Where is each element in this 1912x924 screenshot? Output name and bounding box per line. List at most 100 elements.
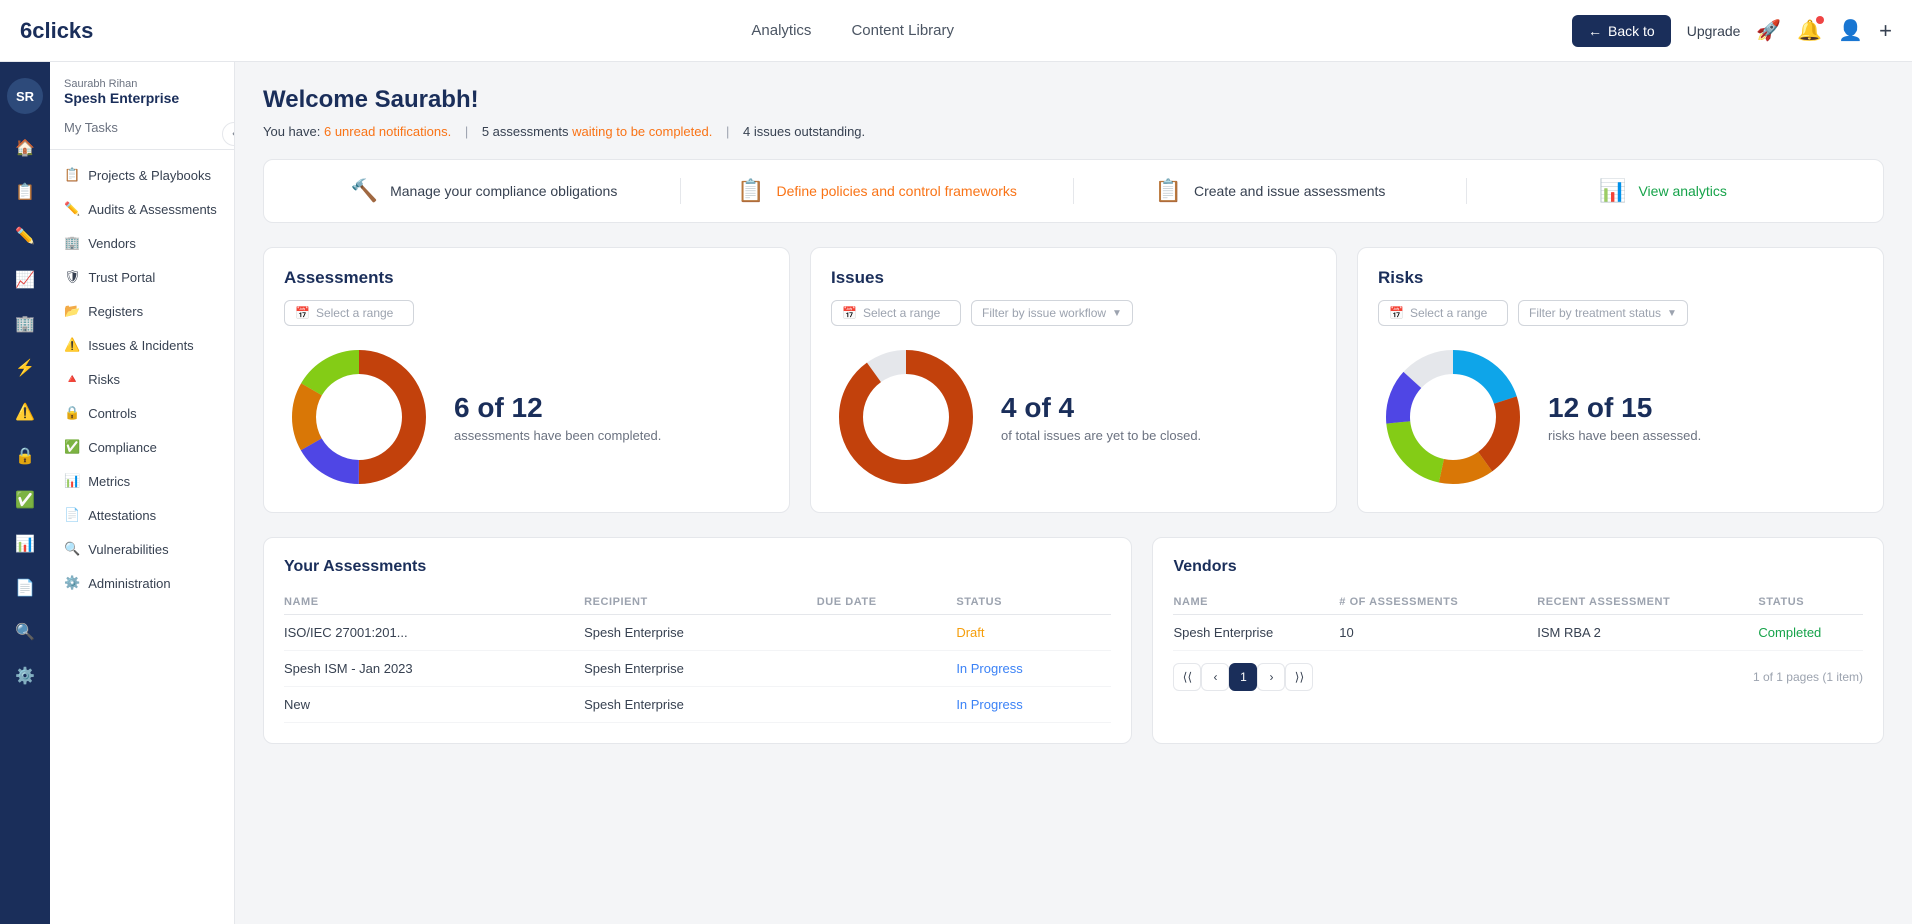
sidebar-icon-home[interactable]: 🏠 — [7, 130, 43, 166]
panel-nav-vulnerabilities[interactable]: 🔍 Vulnerabilities — [50, 532, 234, 566]
risks-date-filter[interactable]: 📅 Select a range — [1378, 300, 1508, 326]
sidebar-icon-attestations[interactable]: 📄 — [7, 570, 43, 606]
qa-compliance[interactable]: 🔨 Manage your compliance obligations — [288, 178, 680, 204]
pagination-last[interactable]: ⟩⟩ — [1285, 663, 1313, 691]
sidebar-icon-issues[interactable]: ⚡ — [7, 350, 43, 386]
vendors-table-body: Spesh Enterprise 10 ISM RBA 2 Completed — [1173, 615, 1863, 651]
table-row[interactable]: Spesh ISM - Jan 2023 Spesh Enterprise In… — [284, 651, 1111, 687]
panel-nav-issues[interactable]: ⚠️ Issues & Incidents — [50, 328, 234, 362]
assessments-card-title: Assessments — [284, 268, 769, 288]
pagination-page-1[interactable]: 1 — [1229, 663, 1257, 691]
assessment-due-2 — [817, 651, 957, 687]
panel-nav-risks[interactable]: 🔺 Risks — [50, 362, 234, 396]
assessments-stat-desc: assessments have been completed. — [454, 428, 661, 443]
qa-assessments[interactable]: 📋 Create and issue assessments — [1073, 178, 1466, 204]
sidebar-icon-metrics[interactable]: 📊 — [7, 526, 43, 562]
notifications-count: 6 unread notifications. — [324, 124, 451, 139]
your-assessments-title: Your Assessments — [284, 558, 1111, 576]
sidebar-icon-projects[interactable]: 📋 — [7, 174, 43, 210]
risks-treatment-filter[interactable]: Filter by treatment status ▼ — [1518, 300, 1688, 326]
analytics-action-icon: 📊 — [1599, 178, 1626, 204]
back-arrow-icon: ← — [1588, 23, 1602, 39]
issues-filters: 📅 Select a range Filter by issue workflo… — [831, 300, 1316, 326]
separator-1: | — [465, 124, 468, 139]
panel-nav-administration[interactable]: ⚙️ Administration — [50, 566, 234, 600]
nav-analytics[interactable]: Analytics — [751, 22, 811, 39]
separator-2: | — [726, 124, 729, 139]
sidebar-icon-vulnerabilities[interactable]: 🔍 — [7, 614, 43, 650]
issues-stat-desc: of total issues are yet to be closed. — [1001, 428, 1201, 443]
qa-policies[interactable]: 📋 Define policies and control frameworks — [680, 178, 1073, 204]
panel-nav-trust[interactable]: 🛡 Trust Portal — [50, 260, 234, 294]
vendor-col-assessments: # OF ASSESSMENTS — [1339, 590, 1537, 615]
issues-filter-label: Select a range — [863, 306, 940, 320]
sidebar-icon-audits[interactable]: ✏️ — [7, 218, 43, 254]
risks-donut — [1378, 342, 1528, 492]
vendors-data-table: NAME # OF ASSESSMENTS RECENT ASSESSMENT … — [1173, 590, 1863, 651]
panel-nav-compliance[interactable]: ✅ Compliance — [50, 430, 234, 464]
issues-date-filter[interactable]: 📅 Select a range — [831, 300, 961, 326]
risks-stat-desc: risks have been assessed. — [1548, 428, 1701, 443]
assessments-card-body: 6 of 12 assessments have been completed. — [284, 342, 769, 492]
col-status: STATUS — [956, 590, 1111, 615]
panel-nav-registers[interactable]: 📂 Registers — [50, 294, 234, 328]
assessment-due-1 — [817, 615, 957, 651]
notifications-icon[interactable]: 🔔 — [1797, 18, 1822, 43]
collapse-panel-button[interactable]: ‹ — [222, 122, 235, 146]
panel-nav-attestations[interactable]: 📄 Attestations — [50, 498, 234, 532]
registers-icon: 📂 — [64, 303, 80, 319]
pagination-next[interactable]: › — [1257, 663, 1285, 691]
panel-nav-audits[interactable]: ✏️ Audits & Assessments — [50, 192, 234, 226]
panel-nav-controls[interactable]: 🔒 Controls — [50, 396, 234, 430]
sidebar-icon-controls[interactable]: 🔒 — [7, 438, 43, 474]
issues-card-title: Issues — [831, 268, 1316, 288]
panel-nav-vendors[interactable]: 🏢 Vendors — [50, 226, 234, 260]
admin-label: Administration — [88, 576, 170, 591]
nav-content-library[interactable]: Content Library — [851, 22, 954, 39]
col-recipient: RECIPIENT — [584, 590, 817, 615]
assessments-card: Assessments 📅 Select a range — [263, 247, 790, 513]
panel-my-tasks[interactable]: My Tasks — [50, 114, 234, 141]
assessment-name-3: New — [284, 687, 584, 723]
pagination-first[interactable]: ⟨⟨ — [1173, 663, 1201, 691]
vendors-label: Vendors — [88, 236, 136, 251]
sidebar-icon-risks[interactable]: ⚠️ — [7, 394, 43, 430]
panel-nav-metrics[interactable]: 📊 Metrics — [50, 464, 234, 498]
sidebar-icon-vendors[interactable]: 🏢 — [7, 306, 43, 342]
risks-filter-label: Select a range — [1410, 306, 1487, 320]
issues-workflow-filter[interactable]: Filter by issue workflow ▼ — [971, 300, 1133, 326]
upgrade-button[interactable]: Upgrade — [1687, 23, 1741, 39]
rocket-icon[interactable]: 🚀 — [1756, 18, 1781, 43]
issues-outstanding: 4 issues outstanding. — [743, 124, 865, 139]
add-button[interactable]: + — [1879, 18, 1892, 44]
bottom-row: Your Assessments NAME RECIPIENT DUE DATE… — [263, 537, 1884, 744]
assessment-recipient-1: Spesh Enterprise — [584, 615, 817, 651]
sidebar-icon-graph[interactable]: 📈 — [7, 262, 43, 298]
trust-label: Trust Portal — [89, 270, 156, 285]
risks-stat-main: 12 of 15 — [1548, 392, 1701, 424]
assessments-table-body: ISO/IEC 27001:201... Spesh Enterprise Dr… — [284, 615, 1111, 723]
user-avatar[interactable]: SR — [7, 78, 43, 114]
assessments-action-icon: 📋 — [1155, 178, 1182, 204]
sidebar-icon-admin[interactable]: ⚙️ — [7, 658, 43, 694]
assessments-date-filter[interactable]: 📅 Select a range — [284, 300, 414, 326]
pagination-prev[interactable]: ‹ — [1201, 663, 1229, 691]
assessment-name-1: ISO/IEC 27001:201... — [284, 615, 584, 651]
sidebar-icon-compliance[interactable]: ✅ — [7, 482, 43, 518]
pagination-info: 1 of 1 pages (1 item) — [1753, 670, 1863, 684]
controls-label: Controls — [88, 406, 136, 421]
welcome-title: Welcome Saurabh! — [263, 86, 1884, 114]
issues-donut — [831, 342, 981, 492]
quick-actions-bar: 🔨 Manage your compliance obligations 📋 D… — [263, 159, 1884, 223]
panel-nav-projects[interactable]: 📋 Projects & Playbooks — [50, 158, 234, 192]
table-row[interactable]: ISO/IEC 27001:201... Spesh Enterprise Dr… — [284, 615, 1111, 651]
table-row[interactable]: Spesh Enterprise 10 ISM RBA 2 Completed — [1173, 615, 1863, 651]
table-row[interactable]: New Spesh Enterprise In Progress — [284, 687, 1111, 723]
chevron-down-icon: ▼ — [1112, 308, 1122, 319]
controls-icon: 🔒 — [64, 405, 80, 421]
back-button[interactable]: ← Back to — [1572, 15, 1671, 47]
risks-calendar-icon: 📅 — [1389, 306, 1404, 320]
user-settings-icon[interactable]: 👤 — [1838, 18, 1863, 43]
qa-analytics[interactable]: 📊 View analytics — [1466, 178, 1859, 204]
assessments-waiting: 5 assessments — [482, 124, 572, 139]
